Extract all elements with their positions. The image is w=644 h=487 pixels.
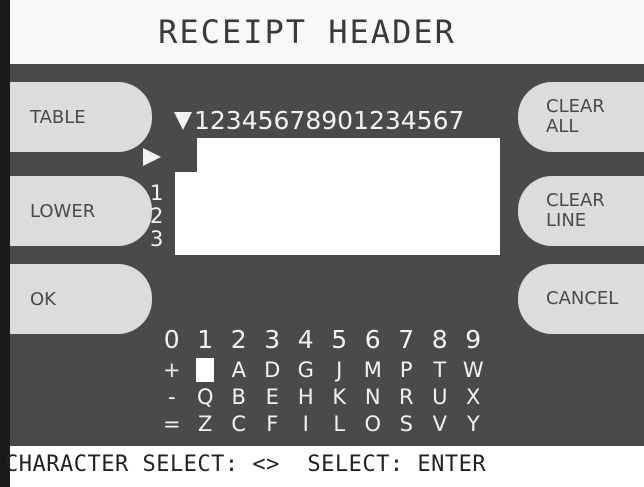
char-cell[interactable]: G [289,358,323,382]
char-cell[interactable]: H [289,385,323,409]
cancel-button-label: CANCEL [546,288,619,309]
char-cell[interactable]: 8 [423,325,457,354]
char-cell[interactable]: 7 [390,325,424,354]
char-cell[interactable]: 2 [222,325,256,354]
char-cell[interactable]: T [423,358,457,382]
char-cell[interactable]: K [323,385,357,409]
char-cell[interactable]: Y [457,412,491,436]
char-cell[interactable]: R [390,385,424,409]
character-map-digits: 0 1 2 3 4 5 6 7 8 9 [155,322,490,356]
char-cell[interactable]: J [323,358,357,382]
character-map: 0 1 2 3 4 5 6 7 8 9 + A D G J M P T W - … [155,322,490,437]
clear-line-button-label: CLEAR LINE [546,190,605,231]
clear-line-button[interactable]: CLEAR LINE [518,176,644,246]
char-cell[interactable]: I [289,412,323,436]
title-bar: RECEIPT HEADER [10,0,644,66]
char-cell[interactable]: D [256,358,290,382]
char-cell[interactable]: N [356,385,390,409]
char-cell[interactable]: S [390,412,424,436]
line-numbers: 1 2 3 [150,182,163,251]
column-ruler: 12345678901234567 [174,106,464,135]
line-number: 1 [150,181,164,205]
char-cell[interactable]: = [155,412,189,436]
character-map-row: - Q B E H K N R U X [155,383,490,410]
clear-all-button-label: CLEAR ALL [546,96,605,137]
char-cell-selected[interactable] [189,357,223,382]
char-cell[interactable]: 0 [155,325,189,354]
screen-left-edge [0,0,10,487]
char-cell[interactable]: F [256,412,290,436]
column-pointer-icon [174,112,192,130]
table-button-label: TABLE [30,106,86,128]
clear-all-button[interactable]: CLEAR ALL [518,82,644,152]
character-map-row: = Z C F I L O S V Y [155,410,490,437]
char-cell[interactable]: W [457,358,491,382]
column-ruler-digits: 12345678901234567 [194,106,465,135]
char-cell[interactable]: 3 [256,325,290,354]
header-text-area[interactable] [175,138,500,255]
char-cell[interactable]: 5 [323,325,357,354]
char-cell[interactable]: U [423,385,457,409]
char-cell[interactable]: O [356,412,390,436]
lower-button[interactable]: LOWER [10,176,152,246]
char-cell[interactable]: E [256,385,290,409]
line-number: 2 [150,204,164,228]
ok-button-label: OK [30,288,56,310]
page-title: RECEIPT HEADER [158,13,456,51]
char-cell[interactable]: C [222,412,256,436]
char-cell[interactable]: A [222,358,256,382]
char-cell[interactable]: + [155,358,189,382]
char-cell[interactable]: - [155,385,189,409]
char-cell[interactable]: 1 [189,325,223,354]
char-cell[interactable]: M [356,358,390,382]
character-map-row: + A D G J M P T W [155,356,490,383]
char-cell[interactable]: 6 [356,325,390,354]
char-cell[interactable]: 9 [457,325,491,354]
cancel-button[interactable]: CANCEL [518,264,644,334]
char-cell[interactable]: B [222,385,256,409]
table-button[interactable]: TABLE [10,82,152,152]
edit-area-notch [175,138,197,172]
char-cell[interactable]: L [323,412,357,436]
line-number: 3 [150,227,164,251]
char-cell[interactable]: V [423,412,457,436]
lower-button-label: LOWER [30,200,96,222]
selection-cursor [196,358,215,382]
char-cell[interactable]: 4 [289,325,323,354]
ok-button[interactable]: OK [10,264,152,334]
row-pointer-icon [143,148,161,166]
char-cell[interactable]: Q [189,385,223,409]
char-cell[interactable]: X [457,385,491,409]
char-cell[interactable]: Z [189,412,223,436]
char-cell[interactable]: P [390,358,424,382]
footer-hint: CHARACTER SELECT: <> SELECT: ENTER [5,452,487,477]
